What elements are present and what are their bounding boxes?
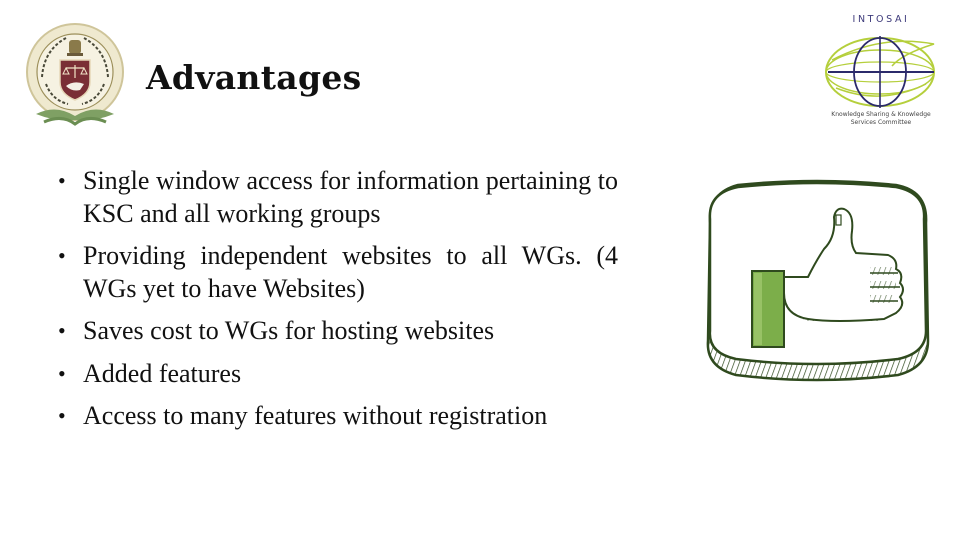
- bullet-text: Saves cost to WGs for hosting websites: [83, 316, 495, 345]
- bullet-list: • Single window access for information p…: [58, 165, 618, 443]
- bullet-item: • Added features: [58, 358, 618, 391]
- slide: Advantages INTOSAI Knowledge Sharing & K…: [0, 0, 960, 540]
- thumbs-up-icon: [706, 179, 930, 382]
- slide-title: Advantages: [146, 58, 362, 97]
- bullet-item: • Saves cost to WGs for hosting websites: [58, 315, 618, 348]
- intosai-caption-line1: Knowledge Sharing & Knowledge: [831, 111, 931, 118]
- bullet-icon: •: [58, 243, 66, 268]
- bullet-icon: •: [58, 360, 66, 386]
- intosai-caption: Knowledge Sharing & Knowledge Services C…: [814, 111, 948, 127]
- intosai-logo: INTOSAI Knowledge Sharing & Knowledge Se…: [818, 8, 944, 134]
- bullet-text: Access to many features without registra…: [83, 401, 548, 430]
- bullet-text: Providing independent websites to all WG…: [83, 241, 618, 303]
- intosai-name: INTOSAI: [852, 14, 910, 25]
- intosai-caption-line2: Services Committee: [850, 119, 912, 126]
- intosai-globe-icon: [825, 36, 935, 108]
- bullet-text: Added features: [83, 358, 242, 388]
- cag-india-emblem-icon: [26, 23, 124, 126]
- bullet-item: • Providing independent websites to all …: [58, 240, 618, 305]
- bullet-icon: •: [58, 403, 66, 428]
- bullet-icon: •: [58, 318, 66, 343]
- bullet-text: Single window access for information per…: [83, 166, 618, 228]
- bullet-item: • Single window access for information p…: [58, 165, 618, 230]
- bullet-item: • Access to many features without regist…: [58, 400, 618, 433]
- bullet-icon: •: [58, 168, 66, 193]
